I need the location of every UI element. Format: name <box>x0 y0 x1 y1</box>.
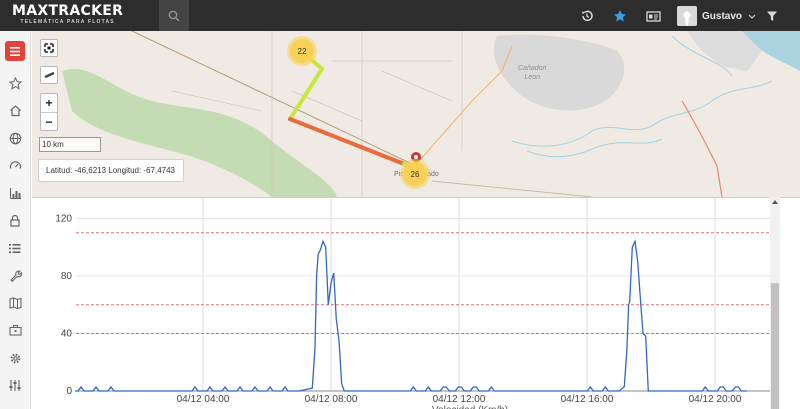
cluster-marker[interactable]: 22 <box>290 39 314 63</box>
map-icon <box>8 297 22 309</box>
sidebar-item-menu[interactable] <box>5 41 25 61</box>
x-tick-label: 04/12 08:00 <box>305 394 358 405</box>
sidebar-item-speed[interactable] <box>5 155 25 175</box>
speed-series-line <box>75 239 747 392</box>
sidebar-item-favorites[interactable] <box>5 73 25 93</box>
road-east <box>431 180 593 197</box>
history-button[interactable] <box>579 8 595 24</box>
home-icon <box>9 104 21 116</box>
speedometer-icon <box>9 160 21 169</box>
y-tick-label: 80 <box>61 271 73 282</box>
gear-icon <box>10 353 20 363</box>
scroll-thumb[interactable] <box>771 283 779 409</box>
sidebar-item-globe[interactable] <box>5 128 25 148</box>
sidebar-item-home[interactable] <box>5 100 25 120</box>
filter-button[interactable] <box>764 8 780 24</box>
sidebar-item-lock[interactable] <box>5 210 25 230</box>
star-icon <box>614 10 626 22</box>
chevron-down-icon <box>748 14 756 19</box>
sidebar-item-briefcase[interactable] <box>5 320 25 340</box>
sidebar-item-adjust[interactable] <box>5 375 25 395</box>
chart-scrollbar[interactable] <box>770 197 780 409</box>
list-icon <box>9 243 21 253</box>
sidebar-item-settings[interactable] <box>5 348 25 368</box>
zoom-in-button[interactable]: + <box>41 94 57 112</box>
fit-bounds-button[interactable] <box>40 39 58 57</box>
scroll-up-arrow-icon[interactable] <box>772 200 778 204</box>
user-name: Gustavo <box>702 10 743 22</box>
history-icon <box>582 10 593 22</box>
x-tick-label: 04/12 04:00 <box>177 394 230 405</box>
briefcase-icon <box>8 324 22 336</box>
speed-chart-svg: 0 40 80 120 04/12 04:00 04/12 08:00 04/12 12:0… <box>55 198 770 409</box>
avatar <box>677 6 697 26</box>
measure-button[interactable] <box>40 66 58 84</box>
place-label: Cañadon Leon <box>518 64 546 82</box>
highway-red <box>681 100 723 197</box>
top-bar: MAXTRACKER TELEMÁTICA PARA FLOTAS Gustav… <box>0 0 800 31</box>
map-scale: 10 km <box>39 137 101 152</box>
cluster-marker[interactable]: 26 <box>403 162 427 186</box>
map-view[interactable]: Cañadon Leon Pico Truncado 22 26 + − 10 … <box>32 31 800 197</box>
logo-tagline: TELEMÁTICA PARA FLOTAS <box>20 19 115 25</box>
lock-icon <box>10 214 20 227</box>
globe-icon <box>9 132 21 144</box>
vehicle-marker-icon[interactable] <box>411 152 421 162</box>
favorites-button[interactable] <box>612 8 628 24</box>
place-label-line2: Leon <box>524 74 540 81</box>
search-button[interactable] <box>159 0 189 31</box>
wrench-icon <box>9 269 22 282</box>
x-axis-title: Velocidad (Km/h) <box>432 405 508 409</box>
logo-text: MAXTRACKER <box>12 3 124 19</box>
y-tick-label: 120 <box>55 213 72 224</box>
x-tick-label: 04/12 16:00 <box>561 394 614 405</box>
user-menu[interactable]: Gustavo <box>677 6 756 26</box>
y-tick-label: 0 <box>66 386 72 397</box>
star-icon <box>8 76 22 90</box>
zoom-control: + − <box>40 93 58 131</box>
app-root: MAXTRACKER TELEMÁTICA PARA FLOTAS Gustav… <box>0 0 800 409</box>
river <box>526 138 663 158</box>
zoom-out-button[interactable]: − <box>41 112 57 130</box>
sidebar-item-reports[interactable] <box>5 183 25 203</box>
sidebar <box>0 31 31 409</box>
x-tick-label: 04/12 12:00 <box>433 394 486 405</box>
brand-logo[interactable]: MAXTRACKER TELEMÁTICA PARA FLOTAS <box>12 4 123 25</box>
x-tick-label: 04/12 20:00 <box>689 394 742 405</box>
sidebar-item-list[interactable] <box>5 238 25 258</box>
y-tick-label: 40 <box>61 328 73 339</box>
expand-icon <box>44 43 54 53</box>
sliders-icon <box>9 379 21 391</box>
speed-chart: 0 40 80 120 04/12 04:00 04/12 08:00 04/12 12:0… <box>32 197 800 409</box>
urban-area <box>493 34 625 111</box>
coordinates-readout: Latitud: -46,6213 Longitud: -67,4743 <box>38 159 184 182</box>
bar-chart-icon <box>9 187 21 199</box>
route-track-fast <box>288 117 406 166</box>
search-icon <box>168 10 180 21</box>
sidebar-item-map[interactable] <box>5 293 25 313</box>
hamburger-icon <box>10 46 20 56</box>
id-card-button[interactable] <box>645 8 661 24</box>
user-silhouette-icon <box>683 11 691 26</box>
ruler-icon <box>44 71 54 79</box>
place-label-line1: Cañadon <box>518 65 547 72</box>
filter-icon <box>767 11 777 21</box>
id-card-icon <box>645 10 661 22</box>
sidebar-item-tools[interactable] <box>5 265 25 285</box>
